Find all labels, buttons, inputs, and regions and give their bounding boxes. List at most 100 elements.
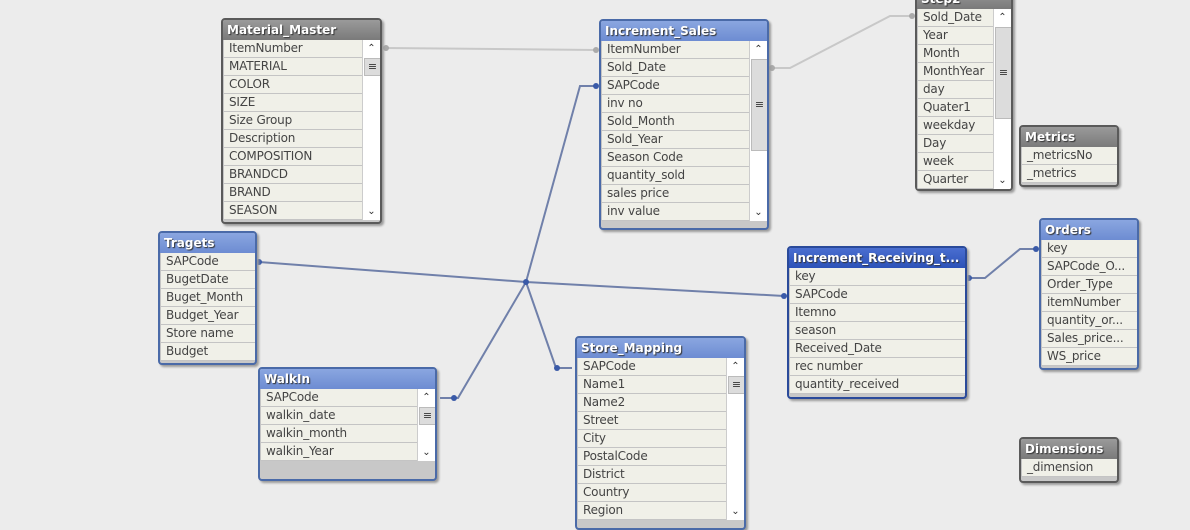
field-row[interactable]: Budget_Year bbox=[160, 307, 255, 325]
scrollbar[interactable]: ⌃ ≡ ⌄ bbox=[362, 40, 380, 220]
field-row[interactable]: Sold_Date bbox=[917, 9, 994, 27]
field-row[interactable]: Name2 bbox=[577, 394, 727, 412]
field-row[interactable]: Season Code bbox=[601, 149, 750, 167]
field-row[interactable]: SAPCode bbox=[577, 358, 727, 376]
field-row[interactable]: Itemno bbox=[789, 304, 965, 322]
field-row[interactable]: Country bbox=[577, 484, 727, 502]
field-row[interactable]: BugetDate bbox=[160, 271, 255, 289]
field-row[interactable]: SAPCode_O... bbox=[1041, 258, 1137, 276]
table-walkin[interactable]: WalkIn SAPCode walkin_date walkin_month walk… bbox=[258, 367, 437, 481]
field-row[interactable]: key bbox=[1041, 240, 1137, 258]
table-title[interactable]: Metrics bbox=[1021, 127, 1117, 147]
field-row[interactable]: Received_Date bbox=[789, 340, 965, 358]
field-row[interactable]: quantity_or... bbox=[1041, 312, 1137, 330]
field-row[interactable]: quantity_sold bbox=[601, 167, 750, 185]
table-title[interactable]: WalkIn bbox=[260, 369, 435, 389]
field-row[interactable]: _metricsNo bbox=[1021, 147, 1117, 165]
table-step2[interactable]: Step2Sold_DateYearMonthMonthYeardayQuate… bbox=[915, 0, 1013, 191]
table-title[interactable]: Tragets bbox=[160, 233, 255, 253]
field-row[interactable]: PostalCode bbox=[577, 448, 727, 466]
chevron-up-icon[interactable]: ⌃ bbox=[418, 389, 435, 406]
table-store-mapping[interactable]: Store_Mapping SAPCode Name1 Name2 Street City… bbox=[575, 336, 746, 530]
field-row[interactable]: sales price bbox=[601, 185, 750, 203]
field-row[interactable]: Year bbox=[917, 27, 994, 45]
field-row[interactable]: Region bbox=[577, 502, 727, 520]
scrollbar[interactable]: ⌃ ≡ ⌄ bbox=[749, 41, 767, 221]
field-row[interactable]: SAPCode bbox=[601, 77, 750, 95]
scroll-grip-icon[interactable]: ≡ bbox=[419, 407, 435, 425]
field-row[interactable]: SIZE bbox=[223, 94, 363, 112]
table-dimensions[interactable]: Dimensions _dimension bbox=[1019, 437, 1119, 483]
field-row[interactable]: Quarter bbox=[917, 171, 994, 189]
scroll-grip-icon[interactable]: ≡ bbox=[995, 27, 1011, 119]
field-row[interactable]: _metrics bbox=[1021, 165, 1117, 183]
field-row[interactable]: Day bbox=[917, 135, 994, 153]
field-row[interactable]: Sold_Date bbox=[601, 59, 750, 77]
field-row[interactable]: inv value bbox=[601, 203, 750, 221]
field-row[interactable]: Description bbox=[223, 130, 363, 148]
field-row[interactable]: COMPOSITION bbox=[223, 148, 363, 166]
scrollbar[interactable]: ⌃ ≡ ⌄ bbox=[726, 358, 744, 520]
field-row[interactable]: Buget_Month bbox=[160, 289, 255, 307]
table-tragets[interactable]: Tragets SAPCode BugetDate Buget_Month Budget… bbox=[158, 231, 257, 365]
field-row[interactable]: Sold_Month bbox=[601, 113, 750, 131]
field-row[interactable]: Quater1 bbox=[917, 99, 994, 117]
field-row[interactable]: SAPCode bbox=[260, 389, 418, 407]
chevron-down-icon[interactable]: ⌄ bbox=[994, 172, 1011, 189]
field-row[interactable]: rec number bbox=[789, 358, 965, 376]
field-row[interactable]: WS_price bbox=[1041, 348, 1137, 366]
field-row[interactable]: day bbox=[917, 81, 994, 99]
table-orders[interactable]: Orders key SAPCode_O... Order_Type itemNumbe… bbox=[1039, 218, 1139, 370]
field-row[interactable]: walkin_month bbox=[260, 425, 418, 443]
field-row[interactable]: SAPCode bbox=[789, 286, 965, 304]
field-row[interactable]: season bbox=[789, 322, 965, 340]
scroll-grip-icon[interactable]: ≡ bbox=[364, 58, 380, 76]
field-row[interactable]: BRAND bbox=[223, 184, 363, 202]
scroll-grip-icon[interactable]: ≡ bbox=[728, 376, 744, 394]
field-row[interactable]: COLOR bbox=[223, 76, 363, 94]
chevron-up-icon[interactable]: ⌃ bbox=[727, 358, 744, 375]
field-row[interactable]: City bbox=[577, 430, 727, 448]
table-title[interactable]: Increment_Receiving_t... bbox=[789, 248, 965, 268]
field-row[interactable]: BRANDCD bbox=[223, 166, 363, 184]
field-row[interactable]: Sold_Year bbox=[601, 131, 750, 149]
table-increment-sales[interactable]: Increment_Sales ItemNumber Sold_Date SAPCod… bbox=[599, 19, 769, 230]
chevron-up-icon[interactable]: ⌃ bbox=[994, 9, 1011, 26]
field-row[interactable]: Name1 bbox=[577, 376, 727, 394]
field-row[interactable]: week bbox=[917, 153, 994, 171]
table-increment-receiving[interactable]: Increment_Receiving_t... key SAPCode Itemno… bbox=[787, 246, 967, 399]
table-title[interactable]: Orders bbox=[1041, 220, 1137, 240]
chevron-down-icon[interactable]: ⌄ bbox=[750, 204, 767, 221]
field-row[interactable]: Street bbox=[577, 412, 727, 430]
table-title[interactable]: Store_Mapping bbox=[577, 338, 744, 358]
field-row[interactable]: walkin_date bbox=[260, 407, 418, 425]
field-row[interactable]: Store name bbox=[160, 325, 255, 343]
table-title[interactable]: Dimensions bbox=[1021, 439, 1117, 459]
field-row[interactable]: weekday bbox=[917, 117, 994, 135]
table-title[interactable]: Increment_Sales bbox=[601, 21, 767, 41]
field-row[interactable]: SEASON bbox=[223, 202, 363, 220]
scrollbar[interactable]: ⌃ ≡ ⌄ bbox=[417, 389, 435, 461]
table-title[interactable]: Step2 bbox=[917, 0, 1011, 9]
field-row[interactable]: Month bbox=[917, 45, 994, 63]
field-row[interactable]: District bbox=[577, 466, 727, 484]
chevron-up-icon[interactable]: ⌃ bbox=[750, 41, 767, 58]
field-row[interactable]: Order_Type bbox=[1041, 276, 1137, 294]
field-row[interactable]: Sales_price... bbox=[1041, 330, 1137, 348]
field-row[interactable]: key bbox=[789, 268, 965, 286]
field-row[interactable]: MonthYear bbox=[917, 63, 994, 81]
field-row[interactable]: walkin_Year bbox=[260, 443, 418, 461]
table-metrics[interactable]: Metrics _metricsNo _metrics bbox=[1019, 125, 1119, 187]
scroll-grip-icon[interactable]: ≡ bbox=[751, 59, 767, 151]
field-row[interactable]: inv no bbox=[601, 95, 750, 113]
chevron-down-icon[interactable]: ⌄ bbox=[727, 503, 744, 520]
field-row[interactable]: ItemNumber bbox=[601, 41, 750, 59]
field-row[interactable]: ItemNumber bbox=[223, 40, 363, 58]
field-row[interactable]: itemNumber bbox=[1041, 294, 1137, 312]
field-row[interactable]: quantity_received bbox=[789, 376, 965, 394]
table-title[interactable]: Material_Master bbox=[223, 20, 380, 40]
chevron-down-icon[interactable]: ⌄ bbox=[363, 203, 380, 220]
field-row[interactable]: Size Group bbox=[223, 112, 363, 130]
field-row[interactable]: Budget bbox=[160, 343, 255, 361]
field-row[interactable]: _dimension bbox=[1021, 459, 1117, 477]
